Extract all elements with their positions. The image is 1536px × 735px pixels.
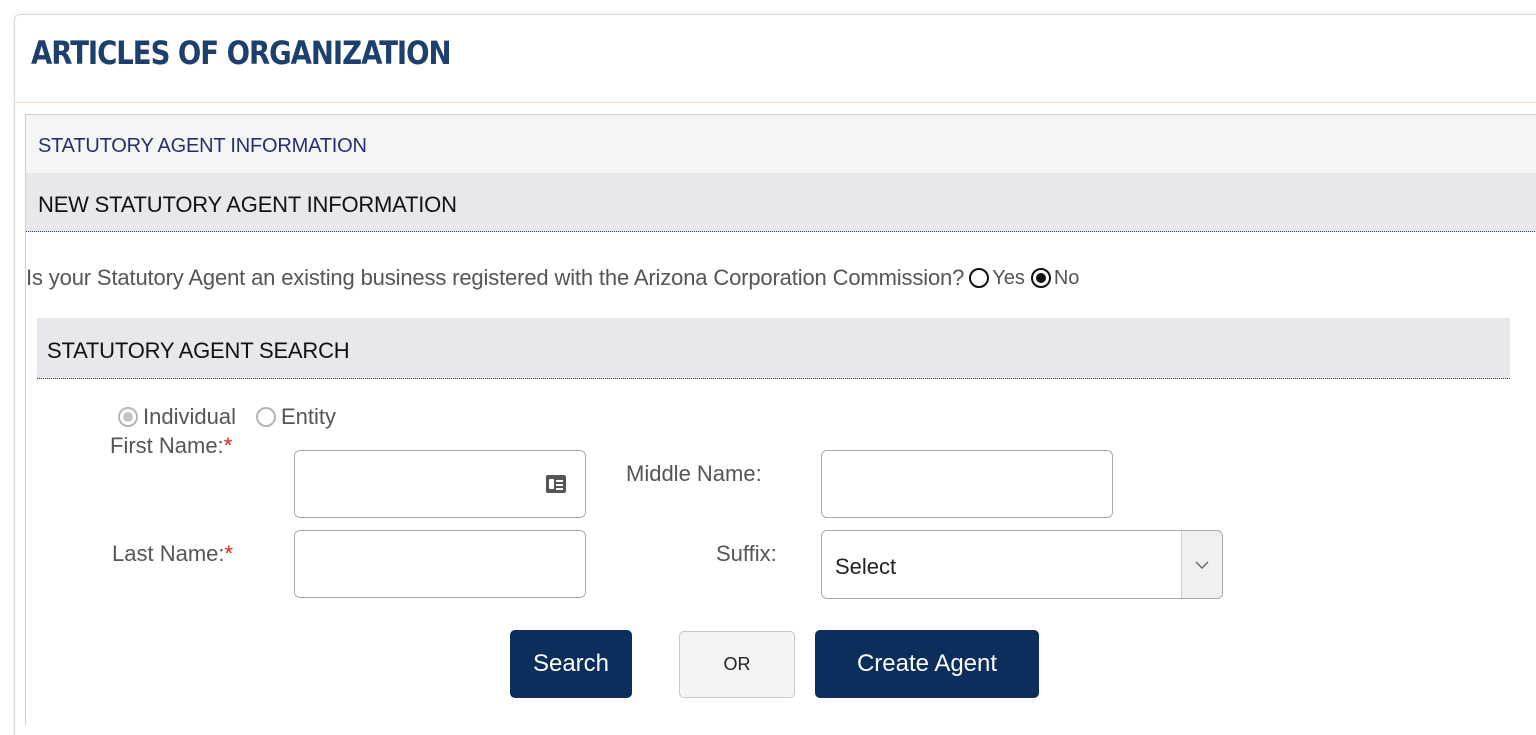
radio-entity[interactable]	[255, 407, 276, 427]
radio-individual[interactable]	[118, 407, 138, 427]
statutory-agent-section: STATUTORY AGENT INFORMATION NEW STATUTOR…	[25, 114, 1536, 725]
section-header: STATUTORY AGENT INFORMATION	[26, 115, 1536, 173]
radio-individual-label[interactable]: Individual	[143, 404, 236, 430]
radio-entity-label[interactable]: Entity	[281, 404, 336, 430]
radio-yes-label[interactable]: Yes	[992, 267, 1025, 290]
search-button[interactable]: Search	[510, 630, 632, 698]
agent-type-radio-group: Individual Entity	[118, 402, 356, 432]
new-agent-subheader: NEW STATUTORY AGENT INFORMATION	[26, 173, 1536, 232]
last-name-input[interactable]	[294, 530, 586, 598]
suffix-select-value: Select	[835, 553, 897, 579]
required-indicator: *	[223, 433, 233, 458]
section-header-title: STATUTORY AGENT INFORMATION	[38, 135, 367, 157]
contact-card-icon[interactable]	[546, 475, 566, 493]
first-name-input[interactable]	[294, 450, 586, 518]
existing-business-question: Is your Statutory Agent an existing busi…	[26, 261, 1085, 295]
suffix-label: Suffix:	[716, 541, 777, 566]
last-name-label: Last Name:*	[112, 541, 233, 567]
agent-search-header: STATUTORY AGENT SEARCH	[37, 318, 1510, 379]
first-name-label-text: First Name:	[110, 433, 224, 458]
radio-yes[interactable]	[969, 268, 990, 288]
last-name-label-text: Last Name:	[112, 541, 225, 566]
radio-no-label[interactable]: No	[1054, 267, 1080, 290]
page-title: ARTICLES OF ORGANIZATION	[31, 34, 452, 72]
suffix-select[interactable]: Select	[821, 530, 1223, 599]
new-agent-subheader-title: NEW STATUTORY AGENT INFORMATION	[38, 192, 457, 217]
agent-search-header-title: STATUTORY AGENT SEARCH	[47, 338, 350, 363]
radio-no[interactable]	[1030, 268, 1051, 288]
existing-business-question-text: Is your Statutory Agent an existing busi…	[26, 265, 965, 290]
middle-name-input[interactable]	[821, 450, 1113, 518]
middle-name-label: Middle Name:	[626, 461, 762, 486]
required-indicator: *	[224, 541, 234, 566]
or-separator: OR	[679, 631, 795, 698]
create-agent-button[interactable]: Create Agent	[815, 630, 1039, 698]
chevron-down-icon[interactable]	[1181, 531, 1222, 598]
first-name-label: First Name:*	[110, 433, 232, 459]
title-divider	[15, 102, 1536, 103]
